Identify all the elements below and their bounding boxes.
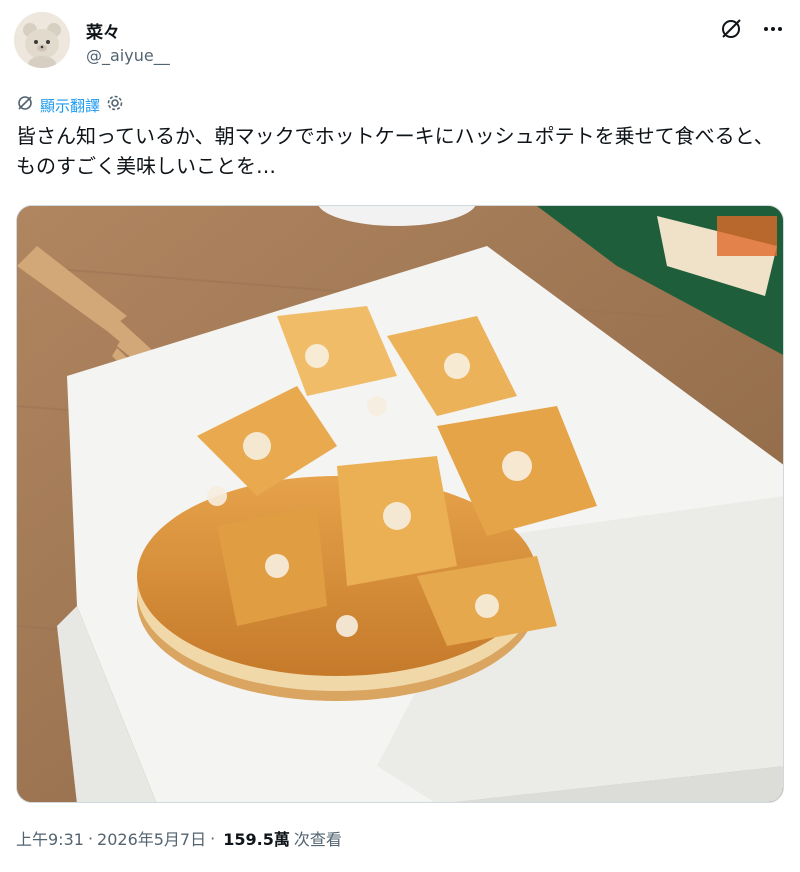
author-name[interactable]: 菜々 [86, 18, 120, 43]
header-actions [718, 16, 786, 42]
author-handle[interactable]: @_aiyue__ [86, 46, 170, 65]
pancake-photo-illustration [17, 206, 783, 802]
tweet-meta: 上午9:31 · 2026年5月7日 · 159.5萬 次查看 [16, 826, 342, 850]
gear-icon[interactable] [106, 94, 124, 116]
tweet-photo[interactable] [16, 205, 784, 803]
views-count[interactable]: 159.5萬 [223, 826, 290, 850]
show-translation-link[interactable]: 顯示翻譯 [40, 95, 100, 116]
grok-slash-icon[interactable] [718, 16, 744, 42]
avatar[interactable] [14, 12, 70, 68]
meta-separator: · [210, 828, 216, 848]
tweet-text: 皆さん知っているか、朝マックでホットケーキにハッシュポテトを乗せて食べると、もの… [16, 124, 774, 178]
tweet-date[interactable]: 2026年5月7日 [97, 826, 206, 850]
translate-row: 顯示翻譯 [16, 94, 124, 116]
teddy-bear-avatar-image [14, 12, 70, 68]
tweet-time[interactable]: 上午9:31 [16, 826, 84, 850]
tweet-header: 菜々 @_aiyue__ [14, 12, 786, 72]
views-label: 次查看 [293, 830, 342, 849]
translate-icon [16, 94, 34, 116]
more-dots-icon[interactable] [760, 16, 786, 42]
meta-separator: · [87, 828, 94, 848]
